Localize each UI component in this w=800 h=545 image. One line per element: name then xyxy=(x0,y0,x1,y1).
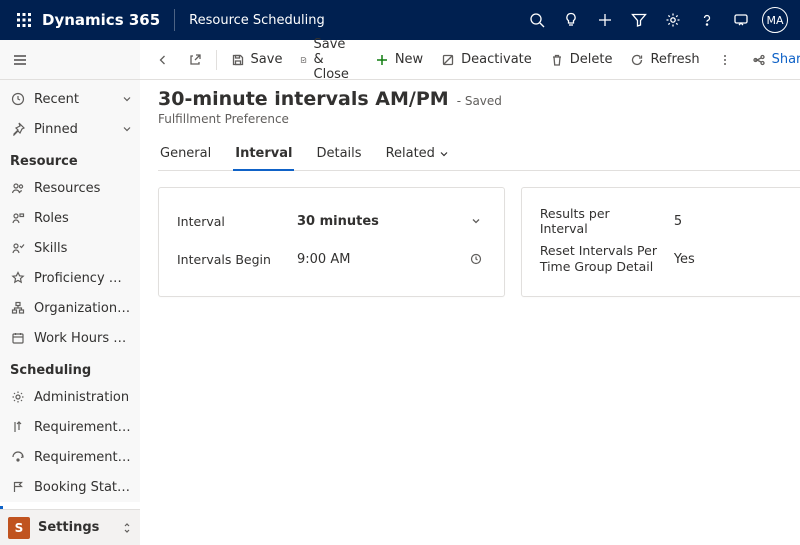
status-icon xyxy=(10,449,26,465)
nav-fulfillment-pref[interactable]: Fulfillment Prefer... xyxy=(0,502,140,509)
brand-label[interactable]: Dynamics 365 xyxy=(42,11,160,29)
save-close-button[interactable]: Save & Close xyxy=(292,45,364,75)
nav-org-units[interactable]: Organizational Un... xyxy=(0,293,140,323)
main-area: Save Save & Close New Deactivate Delete … xyxy=(140,40,800,545)
lightbulb-icon[interactable] xyxy=(554,0,588,40)
field-results-per-interval[interactable]: Results per Interval 5 xyxy=(540,202,800,240)
people-icon xyxy=(10,180,26,196)
open-new-window-button[interactable] xyxy=(180,45,210,75)
chevron-down-icon xyxy=(122,94,132,104)
back-button[interactable] xyxy=(148,45,178,75)
area-switcher[interactable]: S Settings xyxy=(0,509,140,545)
command-bar: Save Save & Close New Deactivate Delete … xyxy=(140,40,800,80)
save-button[interactable]: Save xyxy=(223,45,291,75)
area-label: Settings xyxy=(38,520,122,535)
area-initial: S xyxy=(8,517,30,539)
clock-icon xyxy=(10,91,26,107)
overflow-button[interactable] xyxy=(710,45,740,75)
nav-proficiency[interactable]: Proficiency Models xyxy=(0,263,140,293)
new-button[interactable]: New xyxy=(367,45,431,75)
sidebar-scroll[interactable]: Recent Pinned Resource Resources Roles S… xyxy=(0,80,140,509)
form-tabs: General Interval Details Related xyxy=(158,140,800,171)
sidebar: Recent Pinned Resource Resources Roles S… xyxy=(0,40,140,545)
help-icon[interactable] xyxy=(690,0,724,40)
nav-pinned-label: Pinned xyxy=(34,122,122,137)
org-icon xyxy=(10,300,26,316)
nav-req-priority[interactable]: Requirement Prior... xyxy=(0,412,140,442)
brand-divider xyxy=(174,9,175,31)
priority-icon xyxy=(10,419,26,435)
app-launcher-icon[interactable] xyxy=(8,4,40,36)
nav-work-hours[interactable]: Work Hours Temp... xyxy=(0,323,140,353)
record-title: 30-minute intervals AM/PM xyxy=(158,88,449,110)
tab-interval[interactable]: Interval xyxy=(233,140,294,171)
nav-pinned[interactable]: Pinned xyxy=(0,114,140,144)
nav-group-scheduling: Scheduling xyxy=(0,353,140,382)
module-label[interactable]: Resource Scheduling xyxy=(189,13,325,28)
chevron-down-icon xyxy=(470,215,486,227)
filter-icon[interactable] xyxy=(622,0,656,40)
nav-booking-statuses[interactable]: Booking Statuses xyxy=(0,472,140,502)
assistant-icon[interactable] xyxy=(724,0,758,40)
star-icon xyxy=(10,270,26,286)
form-section-right: Results per Interval 5 Reset Intervals P… xyxy=(521,187,800,297)
chevron-down-icon xyxy=(122,124,132,134)
updown-icon xyxy=(122,521,132,535)
tab-general[interactable]: General xyxy=(158,140,213,170)
settings-icon[interactable] xyxy=(656,0,690,40)
nav-skills[interactable]: Skills xyxy=(0,233,140,263)
nav-recent-label: Recent xyxy=(34,92,122,107)
nav-roles[interactable]: Roles xyxy=(0,203,140,233)
flag-icon xyxy=(10,479,26,495)
nav-administration[interactable]: Administration xyxy=(0,382,140,412)
nav-group-resource: Resource xyxy=(0,144,140,173)
entity-label: Fulfillment Preference xyxy=(158,112,800,126)
user-avatar[interactable]: MA xyxy=(758,0,792,40)
form-section-left: Interval 30 minutes Intervals Begin 9:00… xyxy=(158,187,505,297)
nav-recent[interactable]: Recent xyxy=(0,84,140,114)
delete-button[interactable]: Delete xyxy=(542,45,621,75)
field-intervals-begin[interactable]: Intervals Begin 9:00 AM xyxy=(177,240,486,278)
nav-req-status[interactable]: Requirement Stat... xyxy=(0,442,140,472)
global-navbar: Dynamics 365 Resource Scheduling MA xyxy=(0,0,800,40)
search-icon[interactable] xyxy=(520,0,554,40)
skills-icon xyxy=(10,240,26,256)
roles-icon xyxy=(10,210,26,226)
saved-indicator: - Saved xyxy=(457,94,502,108)
gear-icon xyxy=(10,389,26,405)
deactivate-button[interactable]: Deactivate xyxy=(433,45,540,75)
field-reset-intervals[interactable]: Reset Intervals Per Time Group Detail Ye… xyxy=(540,240,800,278)
tab-related[interactable]: Related xyxy=(384,140,452,170)
share-button[interactable]: Share xyxy=(744,45,800,75)
pin-icon xyxy=(10,121,26,137)
field-interval[interactable]: Interval 30 minutes xyxy=(177,202,486,240)
calendar-icon xyxy=(10,330,26,346)
hamburger-button[interactable] xyxy=(0,40,140,80)
clock-icon xyxy=(470,253,486,265)
refresh-button[interactable]: Refresh xyxy=(622,45,707,75)
add-icon[interactable] xyxy=(588,0,622,40)
tab-details[interactable]: Details xyxy=(314,140,363,170)
nav-resources[interactable]: Resources xyxy=(0,173,140,203)
